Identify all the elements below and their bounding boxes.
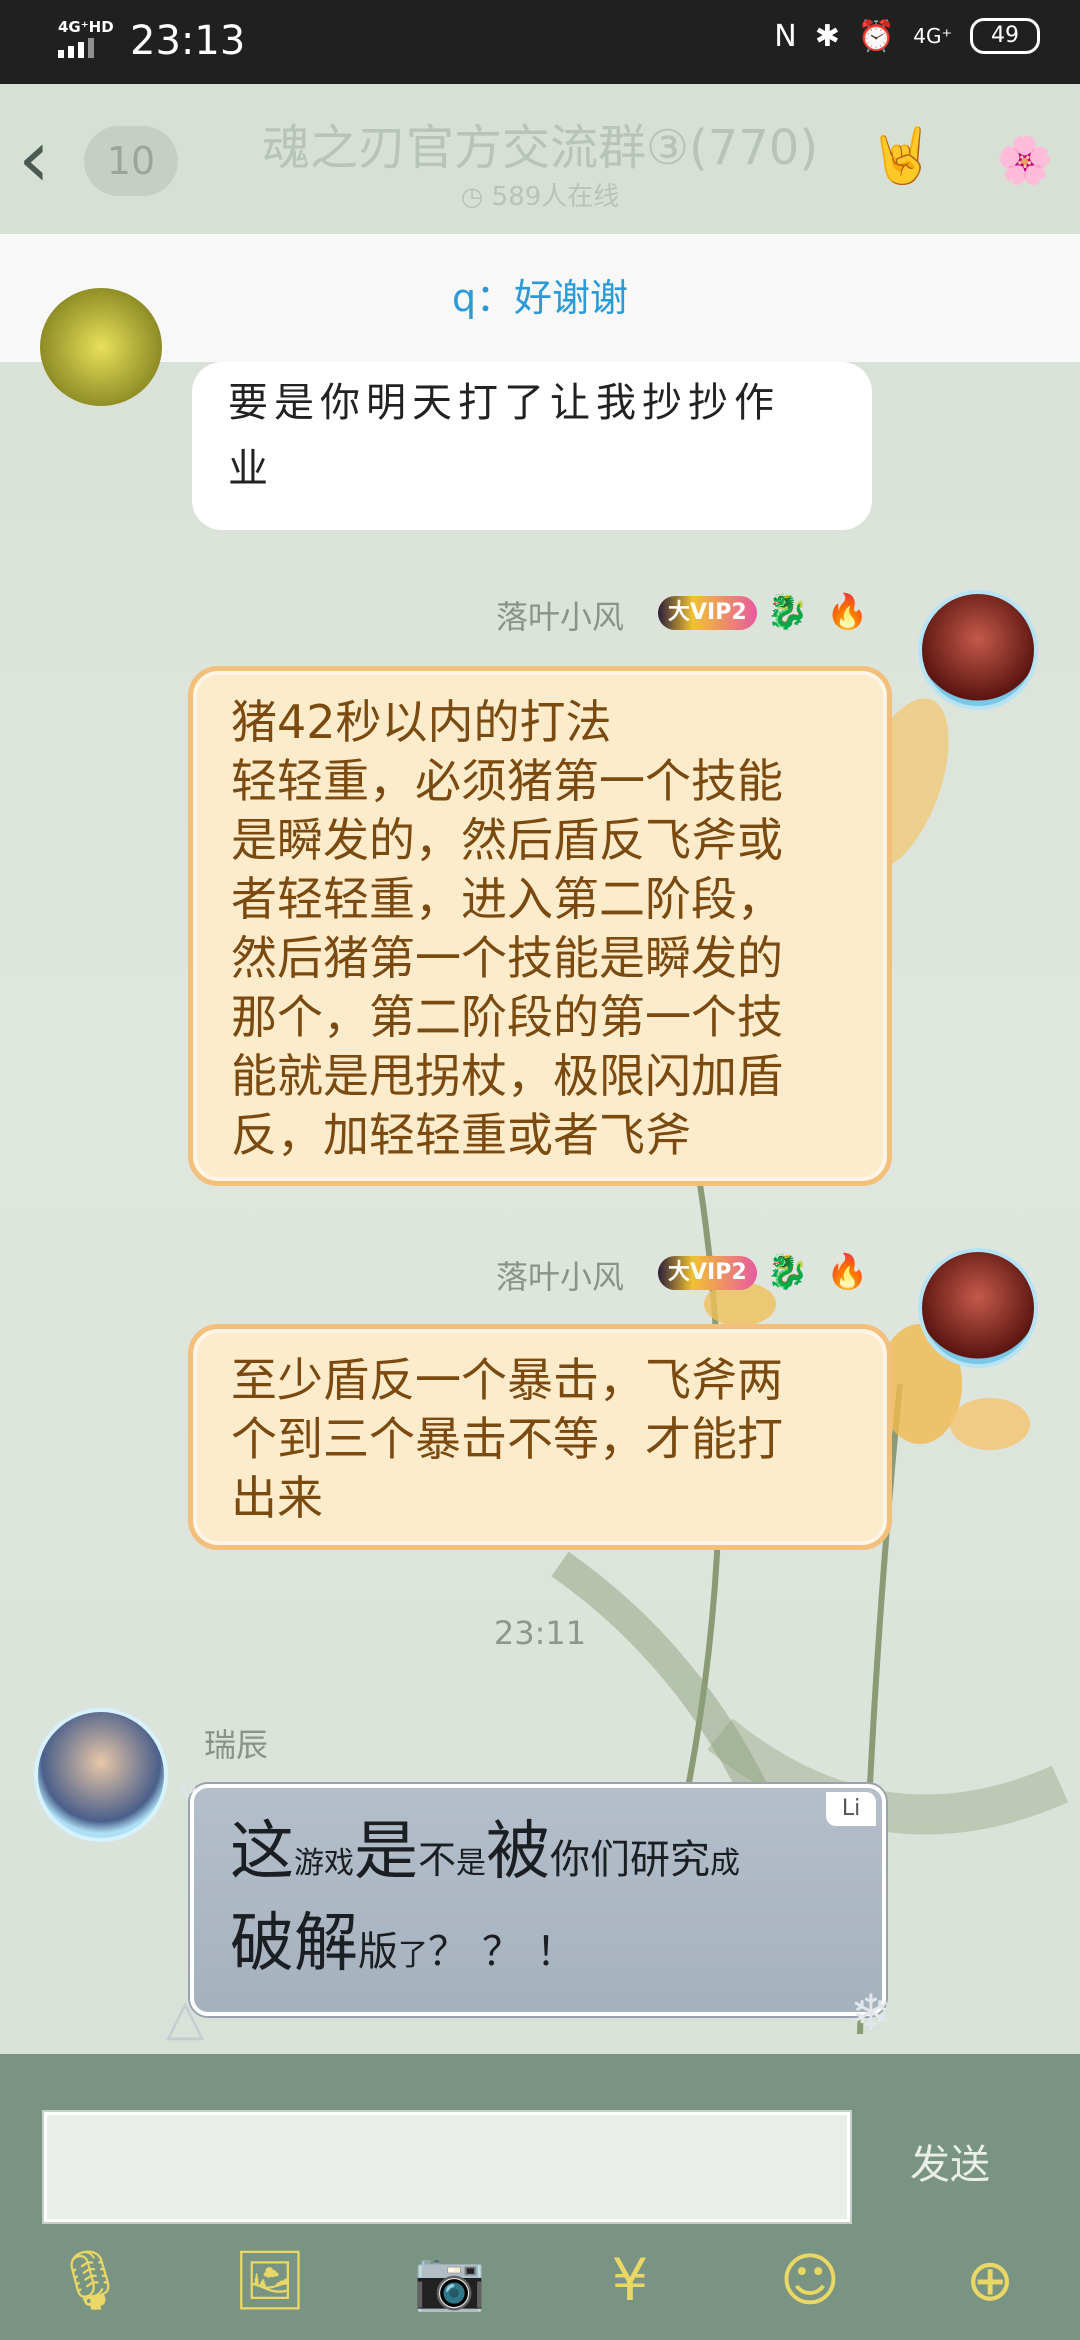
back-arrow-icon[interactable]: ‹ — [18, 119, 50, 199]
sender-name[interactable]: 落叶小风 — [496, 592, 624, 638]
message-line: 是瞬发的，然后盾反飞斧或 — [231, 813, 783, 867]
text-segment: 了 — [398, 1938, 428, 1973]
mic-icon[interactable]: 🎙 — [50, 2240, 130, 2320]
message-bubble[interactable]: 猪42秒以内的打法 轻轻重，必须猪第一个技能 是瞬发的，然后盾反飞斧或 者轻轻重… — [188, 666, 892, 1186]
send-button[interactable]: 发送 — [870, 2130, 1030, 2200]
notice-text: q：好谢谢 — [451, 276, 629, 320]
signal-icon — [58, 38, 98, 58]
message-line: 轻轻重，必须猪第一个技能 — [231, 754, 783, 808]
fire-medal-icon: 🔥 — [826, 1252, 869, 1292]
emoji-icon[interactable]: ☺ — [770, 2240, 850, 2320]
plus-icon[interactable]: ⊕ — [950, 2240, 1030, 2320]
text-segment: 不 — [418, 1838, 457, 1882]
clock-small-icon: ◷ — [460, 182, 492, 212]
vip-badge: 大VIP2 — [658, 1256, 757, 1290]
unread-count-badge[interactable]: 10 — [84, 126, 178, 196]
text-segment: ？？！ — [428, 1929, 590, 1975]
message-line: 个到三个暴击不等，才能打 — [231, 1412, 783, 1466]
message-input[interactable] — [44, 2112, 850, 2222]
status-bar: 4G⁺HD 23:13 N ✱ ⏰ 4G⁺ 49 — [0, 0, 1080, 84]
message-line: 至少盾反一个暴击，飞斧两 — [231, 1353, 783, 1407]
sender-name[interactable]: 瑞辰 — [204, 1720, 268, 1766]
mobile-data-indicator: 4G⁺ — [913, 24, 952, 48]
online-count: ◷ 589人在线 — [180, 176, 900, 213]
message-line: 业 — [228, 446, 274, 492]
dragon-medal-icon: 🐉 — [766, 1252, 809, 1292]
message-line: 出来 — [231, 1471, 323, 1525]
message-line: 然后猪第一个技能是瞬发的 — [231, 931, 783, 985]
image-icon[interactable]: 🖼 — [230, 2240, 310, 2320]
text-segment: 被 — [486, 1815, 551, 1889]
message-line-2: 破解版了？？！ — [230, 1898, 882, 1990]
message-line: 猪42秒以内的打法 — [231, 695, 612, 749]
nfc-icon: N — [774, 18, 797, 54]
message-bubble[interactable]: 这游戏是不是被你们研究成 破解版了？？！ Li — [190, 1784, 886, 2016]
message-line: 要是你明天打了让我抄抄作 — [228, 380, 780, 426]
online-text: 589人在线 — [491, 182, 620, 212]
sender-name[interactable]: 落叶小风 — [496, 1252, 624, 1298]
vip-badge: 大VIP2 — [658, 596, 757, 630]
pinned-notice[interactable]: q：好谢谢 — [0, 234, 1080, 362]
fire-medal-icon: 🔥 — [826, 592, 869, 632]
camera-icon[interactable]: 📷 — [410, 2240, 490, 2320]
text-segment: 版 — [358, 1929, 398, 1975]
avatar[interactable] — [918, 590, 1038, 710]
avatar[interactable] — [918, 1248, 1038, 1368]
battery-indicator: 49 — [970, 18, 1040, 54]
message-line: 反，加轻轻重或者飞斧 — [231, 1108, 691, 1162]
message-line: 能就是甩拐杖，极限闪加盾 — [231, 1049, 783, 1103]
triangle-ornament-icon: △ — [166, 1988, 205, 2046]
dragon-medal-icon: 🐉 — [766, 592, 809, 632]
message-bubble[interactable]: 要是你明天打了让我抄抄作 业 — [192, 362, 872, 530]
message-line: 者轻轻重，进入第二阶段， — [231, 872, 783, 926]
group-title[interactable]: 魂之刃官方交流群③(770) — [180, 108, 900, 178]
message-line: 那个，第二阶段的第一个技 — [231, 990, 783, 1044]
snowflake-ornament-icon: ❄ — [850, 1984, 892, 2042]
text-segment: 破解 — [230, 1907, 358, 1981]
message-bubble[interactable]: 至少盾反一个暴击，飞斧两 个到三个暴击不等，才能打 出来 — [188, 1324, 892, 1550]
feather-ornament-icon: ✧ — [172, 1770, 203, 1811]
text-segment: 你们研究 — [550, 1837, 711, 1883]
alarm-icon: ⏰ — [857, 18, 896, 54]
avatar[interactable] — [40, 288, 162, 406]
group-avatar[interactable]: 🌸 — [985, 120, 1065, 200]
message-line-1: 这游戏是不是被你们研究成 — [230, 1806, 882, 1898]
red-packet-icon[interactable]: ¥ — [590, 2240, 670, 2320]
text-segment: 游戏 — [294, 1846, 354, 1881]
rock-hand-icon[interactable]: 🤘 — [868, 124, 935, 187]
avatar[interactable] — [34, 1708, 168, 1842]
corner-tag: Li — [826, 1792, 876, 1826]
text-segment: 这 — [230, 1815, 294, 1889]
text-segment: 是 — [456, 1846, 487, 1881]
timestamp: 23:11 — [493, 1614, 587, 1652]
bluetooth-icon: ✱ — [814, 18, 840, 54]
network-type: 4G⁺HD — [58, 18, 114, 36]
text-segment: 成 — [710, 1846, 741, 1881]
clock: 23:13 — [130, 18, 246, 64]
text-segment: 是 — [354, 1815, 418, 1889]
